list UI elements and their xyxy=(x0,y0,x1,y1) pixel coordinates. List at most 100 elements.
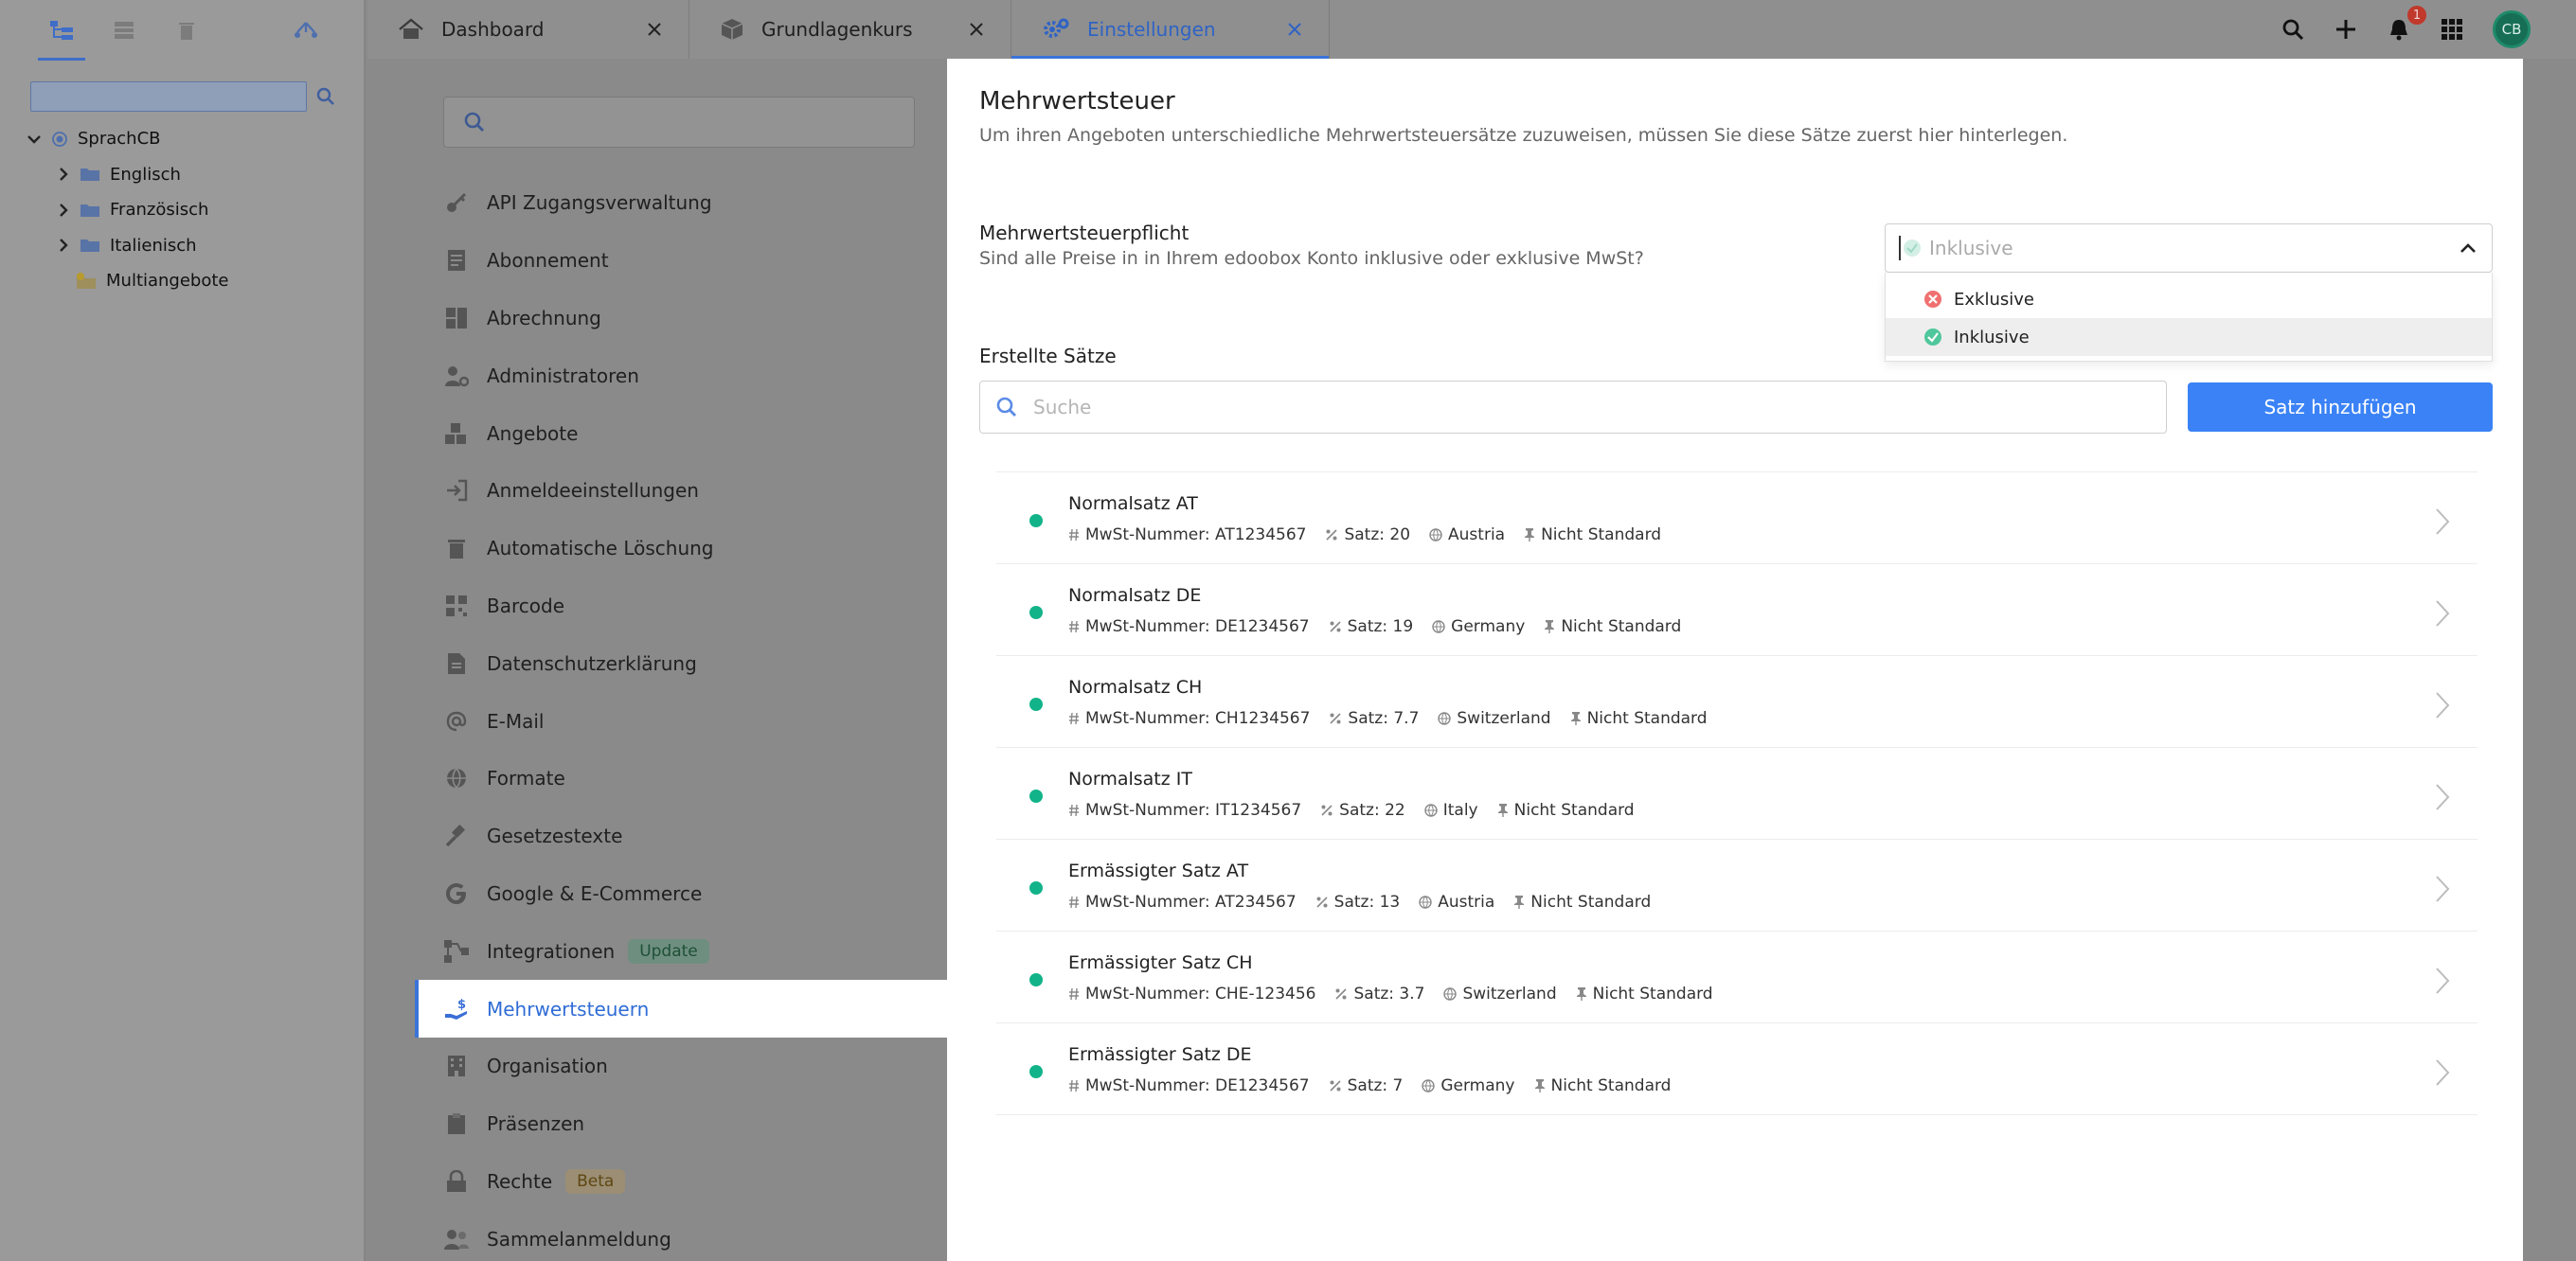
option-exklusive[interactable]: Exklusive xyxy=(1886,280,2492,318)
folder-star-icon xyxy=(76,272,97,290)
vat-liability-label: Mehrwertsteuerpflicht xyxy=(979,222,1190,244)
list-icon xyxy=(114,21,134,40)
chevron-right-icon[interactable] xyxy=(57,203,70,218)
trash-button[interactable] xyxy=(155,0,218,61)
chevron-up-icon[interactable] xyxy=(2458,238,2478,258)
nav-item[interactable]: Google & E-Commerce xyxy=(443,865,947,923)
meta-text: Germany xyxy=(1451,617,1526,636)
tab-dashboard[interactable]: Dashboard xyxy=(367,0,689,59)
close-icon[interactable] xyxy=(1287,22,1302,37)
nav-item-label: Formate xyxy=(487,767,565,790)
nav-item-label: Anmeldeeinstellungen xyxy=(487,479,699,503)
box-icon xyxy=(720,17,744,42)
close-icon[interactable] xyxy=(969,22,984,37)
avatar[interactable]: CB xyxy=(2493,10,2531,48)
search-icon[interactable] xyxy=(316,87,335,106)
nav-item[interactable]: Formate xyxy=(443,750,947,808)
nav-item[interactable]: $ Mehrwertsteuern xyxy=(415,980,947,1038)
nav-item[interactable]: Gesetzestexte xyxy=(443,808,947,865)
tab-grundlagenkurs[interactable]: Grundlagenkurs xyxy=(689,0,1011,59)
tree-node-folder[interactable]: Französisch xyxy=(27,192,229,228)
apps-grid-icon[interactable] xyxy=(2440,17,2464,42)
rate-row[interactable]: Normalsatz CH MwSt-Nummer: CH1234567 Satz:… xyxy=(996,656,2478,748)
nav-item[interactable]: Abrechnung xyxy=(443,290,947,347)
rate-row[interactable]: Ermässigter Satz DE MwSt-Nummer: DE123456… xyxy=(996,1023,2478,1115)
option-inklusive[interactable]: Inklusive xyxy=(1886,318,2492,356)
hierarchy-button[interactable] xyxy=(275,0,337,61)
nav-item[interactable]: Organisation xyxy=(443,1038,947,1095)
nav-item[interactable]: Sammelanmeldung xyxy=(443,1210,947,1261)
nav-item-label: Sammelanmeldung xyxy=(487,1227,671,1251)
tree-node-root[interactable]: SprachCB xyxy=(27,121,229,157)
add-rate-button[interactable]: Satz hinzufügen xyxy=(2188,382,2493,432)
chevron-right-icon[interactable] xyxy=(2434,874,2451,904)
settings-search-input[interactable] xyxy=(443,97,915,148)
chevron-right-icon[interactable] xyxy=(2434,690,2451,720)
tree-node-multi[interactable]: Multiangebote xyxy=(27,263,229,299)
percent-icon xyxy=(1325,528,1338,542)
folder-icon xyxy=(80,203,100,218)
tree-view-button[interactable] xyxy=(30,0,93,61)
chevron-right-icon[interactable] xyxy=(2434,598,2451,629)
meta-item: Satz: 7 xyxy=(1329,1076,1403,1095)
rate-name: Ermässigter Satz AT xyxy=(1068,861,1249,881)
meta-item: Nicht Standard xyxy=(1544,617,1681,636)
meta-text: MwSt-Nummer: CHE-123456 xyxy=(1085,985,1316,1003)
tab-einstellungen[interactable]: Einstellungen xyxy=(1011,0,1330,59)
bell-icon[interactable]: 1 xyxy=(2387,6,2426,42)
meta-item: Nicht Standard xyxy=(1570,709,1708,728)
chevron-right-icon[interactable] xyxy=(57,167,70,182)
nav-item[interactable]: Präsenzen xyxy=(443,1095,947,1153)
rate-search-field[interactable] xyxy=(979,381,2167,434)
vat-liability-select[interactable]: Inklusive xyxy=(1885,223,2493,273)
meta-text: Nicht Standard xyxy=(1530,893,1652,912)
nav-item[interactable]: Automatische Löschung xyxy=(443,520,947,577)
nav-item[interactable]: Datenschutzerklärung xyxy=(443,634,947,692)
nav-item[interactable]: Integrationen Update xyxy=(443,922,947,980)
rate-row[interactable]: Ermässigter Satz AT MwSt-Nummer: AT234567… xyxy=(996,840,2478,932)
nav-item-label: Abrechnung xyxy=(487,306,601,329)
search-icon[interactable] xyxy=(2281,17,2305,42)
chevron-right-icon[interactable] xyxy=(2434,1057,2451,1088)
tree-search-input[interactable] xyxy=(30,81,307,112)
chevron-right-icon[interactable] xyxy=(57,238,70,253)
nav-item[interactable]: Abonnement xyxy=(443,232,947,290)
chevron-down-icon[interactable] xyxy=(27,132,42,147)
rate-row[interactable]: Normalsatz AT MwSt-Nummer: AT1234567 Satz:… xyxy=(996,472,2478,564)
folder-icon xyxy=(80,238,100,253)
search-icon xyxy=(995,396,1018,418)
globe-icon xyxy=(1419,896,1432,909)
nav-item[interactable]: API Zugangsverwaltung xyxy=(443,174,947,232)
rate-row[interactable]: Normalsatz DE MwSt-Nummer: DE1234567 Satz:… xyxy=(996,564,2478,656)
hierarchy-icon xyxy=(295,21,317,40)
meta-text: Switzerland xyxy=(1462,985,1557,1003)
close-icon[interactable] xyxy=(647,22,662,37)
rate-list: Normalsatz AT MwSt-Nummer: AT1234567 Satz:… xyxy=(996,471,2478,1115)
rate-row[interactable]: Ermässigter Satz CH MwSt-Nummer: CHE-1234… xyxy=(996,932,2478,1023)
chevron-right-icon[interactable] xyxy=(2434,966,2451,996)
percent-icon xyxy=(1320,804,1333,817)
nav-item[interactable]: Anmeldeeinstellungen xyxy=(443,462,947,520)
nav-badge: Update xyxy=(628,938,709,964)
meta-item: MwSt-Nummer: AT234567 xyxy=(1068,893,1297,912)
rate-name: Normalsatz CH xyxy=(1068,677,1203,698)
list-view-button[interactable] xyxy=(93,0,155,61)
rate-meta: MwSt-Nummer: IT1234567 Satz: 22 Italy Nicht… xyxy=(1068,801,1654,820)
tree-node-folder[interactable]: Italienisch xyxy=(27,228,229,264)
nav-item[interactable]: E-Mail xyxy=(443,692,947,750)
hash-icon xyxy=(1068,804,1080,817)
user-gear-icon xyxy=(443,364,470,387)
receipt-icon xyxy=(443,249,470,272)
nav-item[interactable]: Barcode xyxy=(443,577,947,635)
nav-item[interactable]: Angebote xyxy=(443,404,947,462)
nav-item[interactable]: Rechte Beta xyxy=(443,1153,947,1211)
plus-icon[interactable] xyxy=(2334,17,2358,42)
nav-item[interactable]: Administratoren xyxy=(443,346,947,404)
chevron-right-icon[interactable] xyxy=(2434,782,2451,812)
chevron-right-icon[interactable] xyxy=(2434,506,2451,537)
rate-search-input[interactable] xyxy=(1033,396,2122,418)
meta-item: Satz: 20 xyxy=(1325,525,1410,544)
rate-row[interactable]: Normalsatz IT MwSt-Nummer: IT1234567 Satz:… xyxy=(996,748,2478,840)
rate-name: Normalsatz AT xyxy=(1068,493,1198,514)
tree-node-folder[interactable]: Englisch xyxy=(27,157,229,193)
